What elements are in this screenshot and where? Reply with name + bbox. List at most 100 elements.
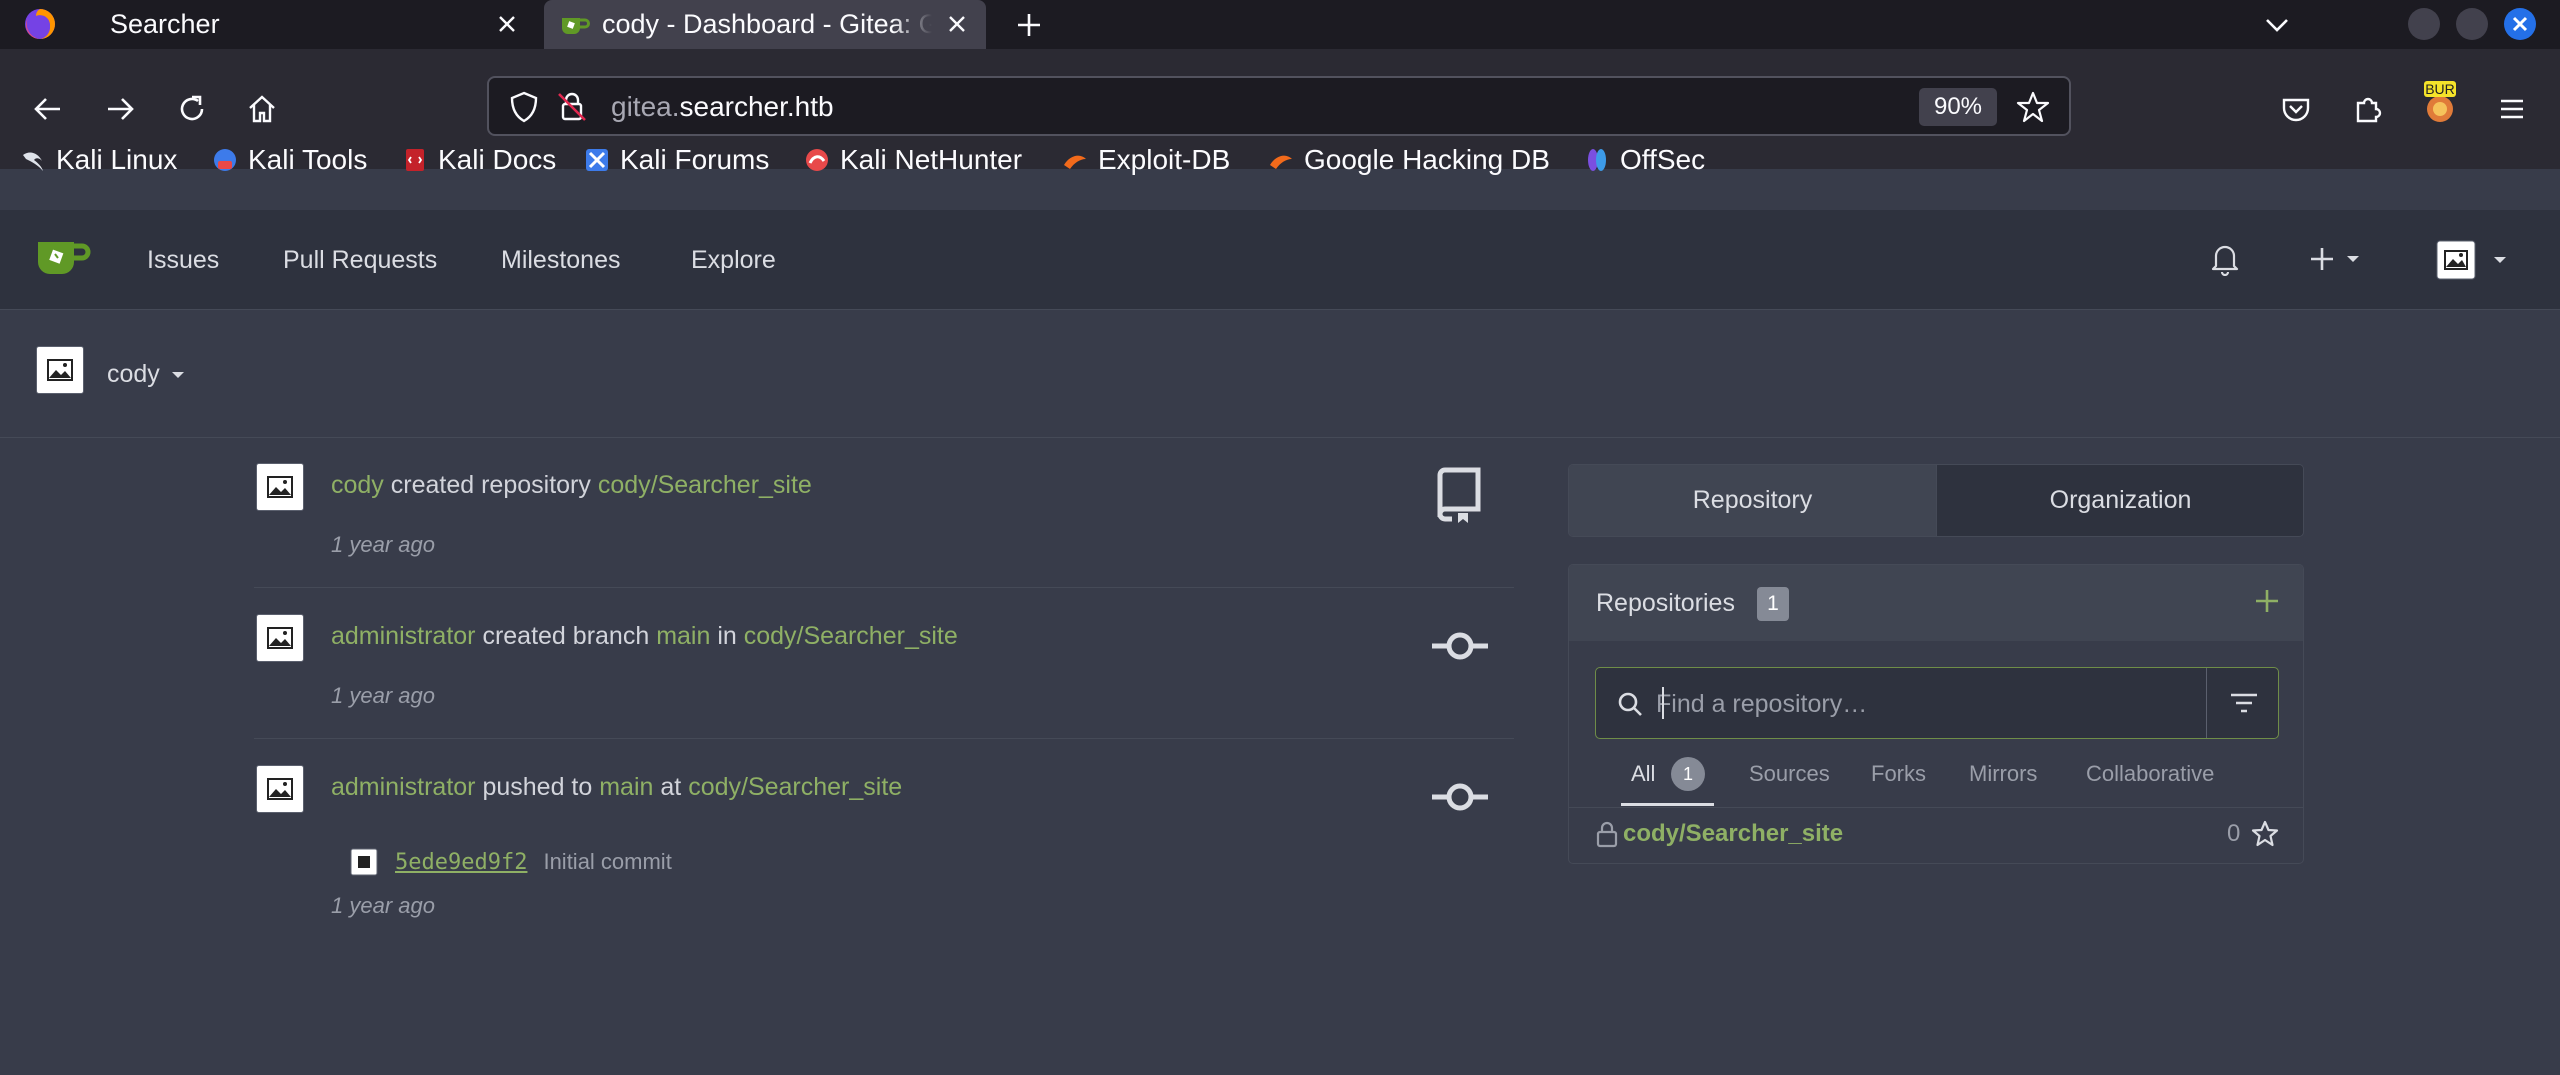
feed-time: 1 year ago [331, 532, 435, 557]
filter-icon [2230, 693, 2257, 713]
bookmark-kali-tools[interactable]: Kali Tools [212, 140, 367, 180]
repository-list-panel: Repositories 1 All 1 Sources Forks Mirro… [1568, 564, 2304, 864]
forward-arrow-icon[interactable] [96, 85, 144, 133]
offsec-icon [1588, 149, 1606, 171]
feed-time: 1 year ago [331, 683, 435, 708]
feed-branch-link[interactable]: main [656, 622, 710, 650]
bookmark-kali-docs[interactable]: Kali Docs [402, 140, 556, 180]
bookmark-kali-linux[interactable]: Kali Linux [20, 140, 177, 180]
hamburger-menu-icon[interactable] [2488, 85, 2536, 133]
kali-tools-icon [214, 149, 236, 171]
nav-explore[interactable]: Explore [691, 246, 776, 275]
tab-organization[interactable]: Organization [1936, 465, 2303, 536]
repository-star-count: 0 [2227, 820, 2241, 847]
browser-tab-strip: Searcher cody - Dashboard - Gitea: Git w… [0, 0, 2560, 49]
address-bar[interactable]: gitea.searcher.htb 90% [487, 76, 2071, 136]
user-avatar-dropdown[interactable] [2436, 240, 2512, 280]
gitea-logo-icon[interactable] [36, 236, 92, 276]
feed-divider [254, 738, 1514, 739]
repository-search [1595, 667, 2280, 740]
repo-tab-all-count: 1 [1671, 757, 1705, 791]
commit-sha-link[interactable]: 5ede9ed9f2 [395, 850, 527, 875]
bookmark-google-hacking-db[interactable]: Google Hacking DB [1268, 140, 1550, 180]
close-window-button[interactable] [2504, 8, 2536, 40]
feed-text: cody created repository cody/Searcher_si… [331, 471, 812, 499]
repository-name-link[interactable]: cody/Searcher_site [1623, 820, 1843, 848]
home-icon[interactable] [238, 85, 286, 133]
broken-image-icon [267, 476, 293, 498]
bookmark-offsec[interactable]: OffSec [1584, 140, 1705, 180]
minimize-window-button[interactable] [2408, 8, 2440, 40]
feed-repo-link[interactable]: cody/Searcher_site [744, 622, 958, 650]
back-arrow-icon[interactable] [24, 85, 72, 133]
repo-tab-collaborative[interactable]: Collaborative [2086, 761, 2214, 787]
burp-extension-icon[interactable]: BUR [2416, 79, 2464, 127]
notifications-bell-icon[interactable] [2210, 242, 2240, 276]
commit-message: Initial commit [543, 849, 672, 874]
feed-divider [254, 587, 1514, 588]
caret-down-icon [171, 372, 184, 379]
context-user-switcher[interactable]: cody [107, 360, 185, 389]
feed-actor-link[interactable]: administrator [331, 773, 476, 801]
tab-close-icon[interactable] [490, 7, 524, 41]
commit-avatar-icon [349, 847, 379, 877]
bookmark-kali-nethunter[interactable]: Kali NetHunter [804, 140, 1022, 180]
repo-tab-forks[interactable]: Forks [1871, 761, 1926, 787]
private-lock-icon [1595, 820, 1619, 848]
feed-repo-link[interactable]: cody/Searcher_site [688, 773, 902, 801]
repo-tab-all[interactable]: All [1631, 761, 1655, 787]
tracking-shield-icon[interactable] [507, 90, 541, 124]
feed-actor-avatar[interactable] [256, 463, 304, 511]
commit-icon [1430, 779, 1490, 815]
commit-entry: 5ede9ed9f2 Initial commit [349, 847, 672, 877]
dashboard-repo-org-switcher: Repository Organization [1568, 464, 2304, 537]
feed-branch-link[interactable]: main [599, 773, 653, 801]
zoom-level-button[interactable]: 90% [1919, 88, 1997, 126]
repository-search-input[interactable] [1654, 668, 2198, 740]
kali-icon [23, 152, 43, 171]
feed-time: 1 year ago [331, 893, 435, 918]
bookmark-kali-forums[interactable]: Kali Forums [584, 140, 769, 180]
feed-repo-link[interactable]: cody/Searcher_site [598, 471, 812, 499]
repo-tab-mirrors[interactable]: Mirrors [1969, 761, 2037, 787]
tab-title: cody - Dashboard - Gitea: Git with a cup… [602, 9, 932, 39]
repo-tab-sources[interactable]: Sources [1749, 761, 1830, 787]
repo-icon [1434, 467, 1484, 525]
nav-issues[interactable]: Issues [147, 246, 219, 275]
broken-image-icon [267, 778, 293, 800]
feed-item: administrator created branch main in cod… [254, 610, 1514, 738]
new-repository-plus-icon[interactable] [2251, 585, 2283, 617]
feed-actor-avatar[interactable] [256, 765, 304, 813]
tab-close-icon[interactable] [940, 7, 974, 41]
feed-text: administrator pushed to main at cody/Sea… [331, 773, 903, 801]
feed-actor-link[interactable]: administrator [331, 622, 476, 650]
bookmark-star-icon[interactable] [2015, 89, 2051, 125]
text-cursor [1662, 687, 1664, 719]
pocket-icon[interactable] [2272, 85, 2320, 133]
firefox-menu-icon[interactable] [22, 6, 58, 42]
tab-searcher[interactable]: Searcher [72, 0, 532, 49]
gitea-navbar: Issues Pull Requests Milestones Explore [0, 210, 2560, 310]
context-user-avatar[interactable] [36, 346, 84, 394]
bookmark-exploit-db[interactable]: Exploit-DB [1062, 140, 1230, 180]
repository-filter-button[interactable] [2206, 668, 2280, 738]
maximize-window-button[interactable] [2456, 8, 2488, 40]
reload-icon[interactable] [168, 85, 216, 133]
new-tab-plus-icon[interactable] [1010, 6, 1048, 44]
nav-pull-requests[interactable]: Pull Requests [283, 246, 437, 275]
insecure-lock-icon[interactable] [555, 90, 589, 124]
list-all-tabs-chevron-down-icon[interactable] [2258, 6, 2296, 44]
feed-actor-link[interactable]: cody [331, 471, 384, 499]
feed-actor-avatar[interactable] [256, 614, 304, 662]
kali-docs-icon [406, 149, 424, 171]
tab-gitea-dashboard[interactable]: cody - Dashboard - Gitea: Git with a cup… [544, 0, 986, 49]
tab-repository[interactable]: Repository [1569, 465, 1936, 536]
commit-icon [1430, 628, 1490, 664]
repository-list-item[interactable]: cody/Searcher_site 0 [1569, 808, 2303, 863]
feed-text: administrator created branch main in cod… [331, 622, 958, 650]
nav-milestones[interactable]: Milestones [501, 246, 621, 275]
create-new-plus-dropdown[interactable] [2308, 244, 2364, 274]
repositories-count-badge: 1 [1757, 587, 1789, 621]
extensions-puzzle-icon[interactable] [2344, 85, 2392, 133]
star-icon[interactable] [2251, 820, 2279, 848]
